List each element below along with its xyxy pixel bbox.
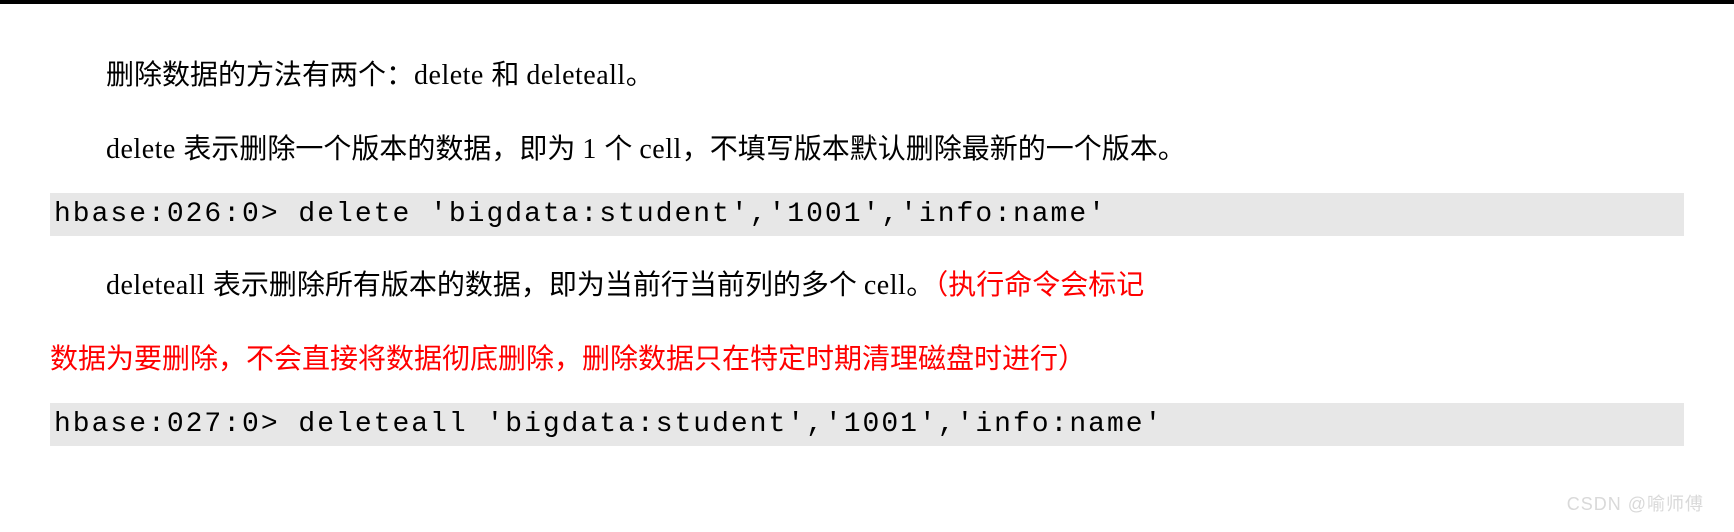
text-p3-red2: 数据为要删除，不会直接将数据彻底删除，删除数据只在特定时期清理磁盘时进行） <box>50 344 1086 375</box>
paragraph-delete-desc: delete 表示删除一个版本的数据，即为 1 个 cell，不填写版本默认删除… <box>50 118 1684 182</box>
text-p3-c: cell <box>864 270 906 301</box>
code-deleteall: hbase:027:0> deleteall 'bigdata:student'… <box>50 403 1684 446</box>
text-intro-a: 删除数据的方法有两个： <box>106 60 414 91</box>
text-p2-a: delete <box>106 134 183 165</box>
paragraph-deleteall-desc-line2: 数据为要删除，不会直接将数据彻底删除，删除数据只在特定时期清理磁盘时进行） <box>50 328 1684 392</box>
text-intro-d: deleteall <box>526 60 625 91</box>
document-page: 删除数据的方法有两个：delete 和 deleteall。 delete 表示… <box>0 0 1734 446</box>
text-p2-f: ，不填写版本默认删除最新的一个版本。 <box>682 134 1186 165</box>
text-p2-e: cell <box>639 134 681 165</box>
text-p2-c: 1 <box>582 134 604 165</box>
text-p2-d: 个 <box>604 134 639 165</box>
text-p3-red1: （执行命令会标记 <box>934 270 1144 301</box>
watermark: CSDN @喻师傅 <box>1567 490 1704 516</box>
paragraph-deleteall-desc: deleteall 表示删除所有版本的数据，即为当前行当前列的多个 cell。（… <box>50 254 1684 318</box>
code-delete: hbase:026:0> delete 'bigdata:student','1… <box>50 193 1684 236</box>
text-intro-c: 和 <box>491 60 526 91</box>
text-intro-e: 。 <box>626 60 654 91</box>
text-p3-b: 表示删除所有版本的数据，即为当前行当前列的多个 <box>213 270 864 301</box>
paragraph-intro: 删除数据的方法有两个：delete 和 deleteall。 <box>50 44 1684 108</box>
text-p2-b: 表示删除一个版本的数据，即为 <box>183 134 582 165</box>
text-intro-b: delete <box>414 60 491 91</box>
text-p3-a: deleteall <box>106 270 213 301</box>
text-p3-d: 。 <box>906 270 934 301</box>
